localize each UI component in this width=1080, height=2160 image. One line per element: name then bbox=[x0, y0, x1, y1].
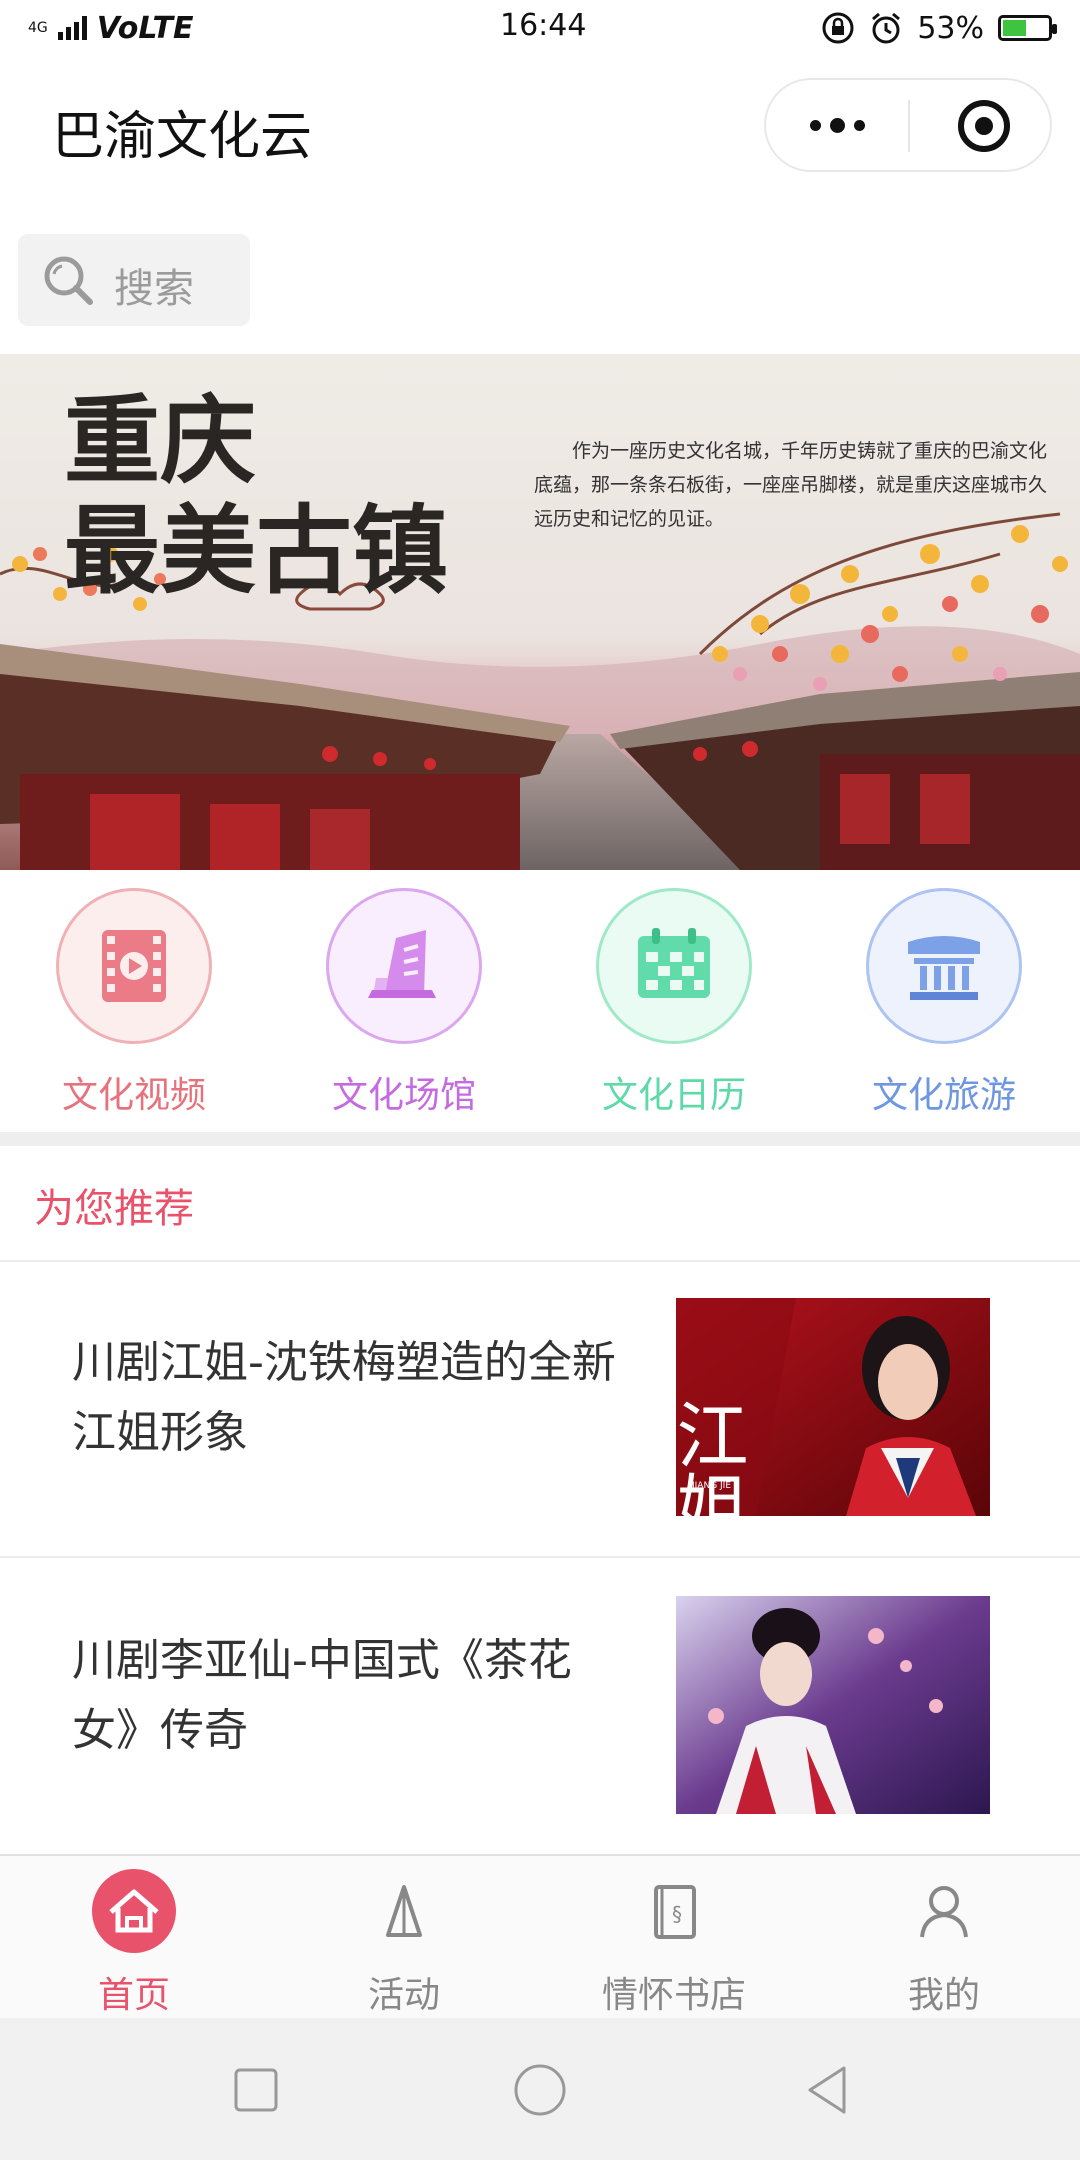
record-circle-icon[interactable] bbox=[958, 100, 1010, 152]
category-grid: 文化视频 文化场馆 文化日历 文化旅游 bbox=[0, 870, 1080, 1132]
category-video[interactable]: 文化视频 bbox=[24, 888, 244, 1118]
search-input[interactable]: 搜索 bbox=[18, 234, 250, 326]
network-type: 4G bbox=[28, 20, 48, 36]
rotation-lock-icon bbox=[822, 12, 854, 44]
status-right: 53% bbox=[821, 10, 1057, 46]
back-icon[interactable] bbox=[800, 2062, 856, 2118]
film-play-icon bbox=[56, 888, 212, 1044]
battery-percent: 53% bbox=[917, 10, 984, 46]
search-icon bbox=[44, 256, 93, 305]
capsule-divider bbox=[908, 100, 910, 152]
signal-icon bbox=[57, 16, 87, 40]
tab-home[interactable]: 首页 bbox=[34, 1866, 234, 2018]
activity-icon bbox=[359, 1866, 449, 1956]
tab-label: 我的 bbox=[907, 1975, 980, 2016]
calendar-icon bbox=[596, 888, 752, 1044]
more-dots-icon[interactable] bbox=[806, 80, 868, 170]
thumb-title: 江姐 bbox=[676, 1398, 748, 1516]
status-time: 16:44 bbox=[500, 8, 587, 43]
book-icon: § bbox=[629, 1866, 719, 1956]
banner-carousel[interactable]: 重庆 最美古镇 作为一座历史文化名城，千年历史铸就了重庆的巴渝文化底蕴，那一条条… bbox=[0, 354, 1080, 870]
article-title: 川剧李亚仙-中国式《茶花女》传奇 bbox=[72, 1635, 572, 1756]
section-separator bbox=[0, 1132, 1080, 1146]
status-bar: 4G VoLTE 16:44 53% bbox=[0, 0, 1080, 56]
alarm-icon bbox=[872, 12, 901, 44]
banner-title-line1: 重庆 bbox=[64, 384, 256, 497]
tab-label: 活动 bbox=[367, 1975, 440, 2016]
search-placeholder: 搜索 bbox=[114, 266, 194, 312]
article-thumbnail: 江姐 JIANG JIE bbox=[676, 1298, 990, 1516]
category-travel[interactable]: 文化旅游 bbox=[834, 888, 1054, 1118]
category-label: 文化视频 bbox=[61, 1075, 206, 1116]
mini-program-capsule bbox=[764, 78, 1052, 172]
tab-label: 情怀书店 bbox=[601, 1975, 746, 2016]
svg-text:§: § bbox=[672, 1902, 682, 1926]
recent-apps-icon[interactable] bbox=[228, 2062, 284, 2118]
category-label: 文化日历 bbox=[601, 1075, 746, 1116]
tab-activity[interactable]: 活动 bbox=[304, 1866, 504, 2018]
article-thumbnail bbox=[676, 1596, 990, 1814]
thumb-subtitle: JIANG JIE bbox=[691, 1481, 731, 1491]
section-title: 为您推荐 bbox=[34, 1186, 194, 1232]
banner-image: 重庆 最美古镇 作为一座历史文化名城，千年历史铸就了重庆的巴渝文化底蕴，那一条条… bbox=[0, 354, 1080, 870]
page-title: 巴渝文化云 bbox=[52, 107, 313, 167]
system-nav-bar bbox=[0, 2018, 1080, 2160]
category-label: 文化场馆 bbox=[331, 1075, 476, 1116]
tab-label: 首页 bbox=[97, 1975, 170, 2016]
tab-bookstore[interactable]: § 情怀书店 bbox=[574, 1866, 774, 2018]
category-venue[interactable]: 文化场馆 bbox=[294, 888, 514, 1118]
status-left: 4G VoLTE bbox=[28, 11, 194, 46]
battery-icon bbox=[998, 15, 1057, 41]
list-item[interactable]: 川剧江姐-沈铁梅塑造的全新江姐形象 江姐 JIANG JIE bbox=[0, 1262, 1080, 1558]
list-item[interactable]: 川剧李亚仙-中国式《茶花女》传奇 bbox=[0, 1560, 1080, 1856]
banner-title-line2: 最美古镇 bbox=[64, 494, 448, 607]
category-label: 文化旅游 bbox=[871, 1075, 1016, 1116]
temple-icon bbox=[866, 888, 1022, 1044]
article-title: 川剧江姐-沈铁梅塑造的全新江姐形象 bbox=[72, 1337, 616, 1458]
carrier-label: VoLTE bbox=[96, 10, 194, 46]
banner-description: 作为一座历史文化名城，千年历史铸就了重庆的巴渝文化底蕴，那一条条石板街，一座座吊… bbox=[534, 440, 1048, 530]
divider bbox=[0, 1556, 1080, 1558]
tab-mine[interactable]: 我的 bbox=[844, 1866, 1044, 2018]
category-calendar[interactable]: 文化日历 bbox=[564, 888, 784, 1118]
home-icon bbox=[89, 1866, 179, 1956]
user-icon bbox=[899, 1866, 989, 1956]
home-button-icon[interactable] bbox=[512, 2062, 568, 2118]
bottom-tab-bar: 首页 活动 § 情怀书店 我的 bbox=[0, 1854, 1080, 2018]
building-icon bbox=[326, 888, 482, 1044]
header: 巴渝文化云 bbox=[0, 56, 1080, 196]
